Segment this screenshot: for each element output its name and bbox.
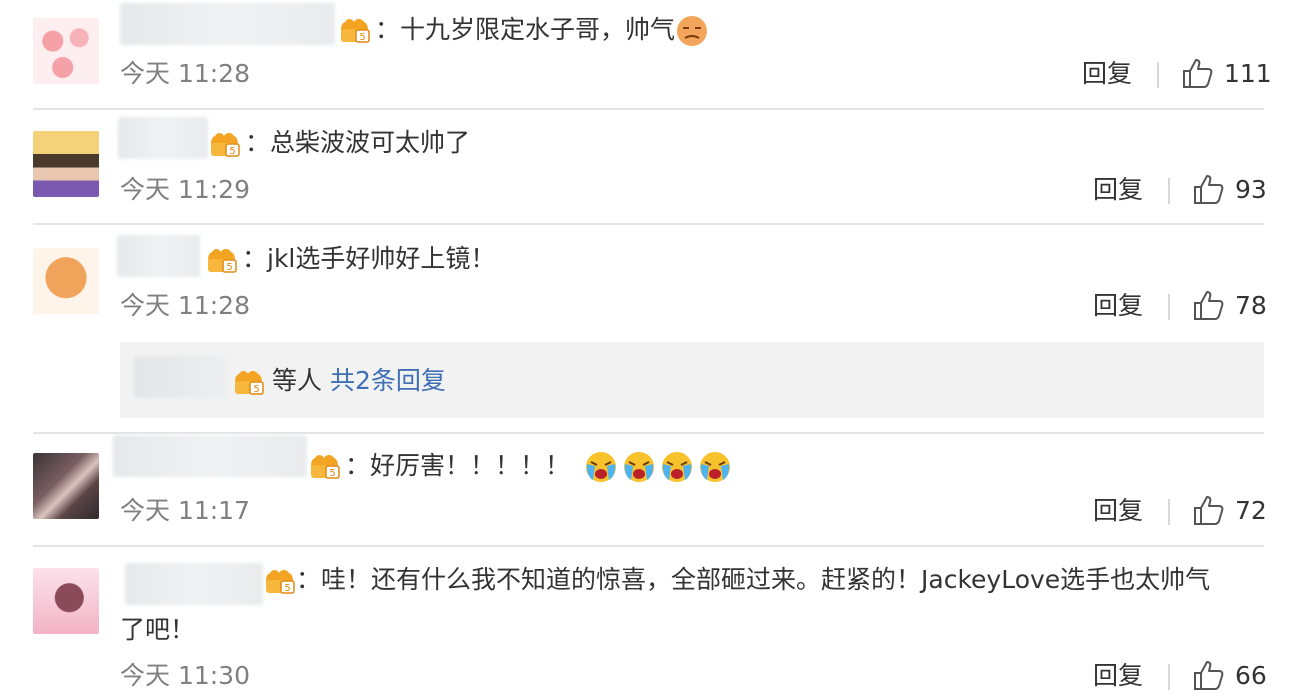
username-blurred[interactable] [120,3,335,45]
comment-time: 今天 11:17 [120,496,250,525]
crying-laugh-emoji-icon [622,450,656,484]
like-count: 72 [1235,496,1267,525]
thumbs-up-icon[interactable] [1191,172,1225,206]
comment-text: ：总柴波波可太帅了 [245,128,471,157]
badge-icon [205,244,239,274]
avatar[interactable] [33,131,99,197]
separator [1157,62,1159,88]
comment-time: 今天 11:28 [120,291,250,320]
username-blurred[interactable] [118,117,208,159]
reply-button[interactable]: 回复 [1082,59,1132,89]
reply-button[interactable]: 回复 [1093,661,1143,691]
comment-time: 今天 11:28 [120,59,250,88]
separator [1168,499,1170,525]
reply-button[interactable]: 回复 [1093,496,1143,526]
face-emoji-icon [675,14,709,48]
view-replies-link[interactable]: 共2条回复 [330,366,446,395]
avatar[interactable] [33,453,99,519]
separator [1168,664,1170,690]
username-blurred[interactable] [117,235,200,277]
username-blurred[interactable] [134,356,226,398]
reply-button[interactable]: 回复 [1093,291,1143,321]
sub-reply-suffix: 等人 [272,366,323,395]
avatar[interactable] [33,568,99,634]
avatar[interactable] [33,18,99,84]
username-blurred[interactable] [113,435,307,477]
crying-laugh-emoji-icon [660,450,694,484]
comment-text-content: ：十九岁限定水子哥，帅气 [375,15,676,44]
separator [1168,178,1170,204]
like-count: 66 [1235,661,1267,690]
thumbs-up-icon[interactable] [1191,658,1225,692]
sub-reply-text: 等人 共2条回复 [272,366,446,396]
thumbs-up-icon[interactable] [1191,493,1225,527]
comment-time: 今天 11:30 [120,661,250,690]
avatar[interactable] [33,248,99,314]
divider [33,545,1264,547]
like-count: 78 [1235,291,1267,320]
reply-button[interactable]: 回复 [1093,175,1143,205]
comment-text: ：好厉害！！！！！ [345,450,732,484]
comment-text: ：jkl选手好帅好上镜！ [242,244,496,273]
thumbs-up-icon[interactable] [1180,56,1214,90]
like-count: 111 [1224,59,1272,88]
sub-reply-box[interactable]: 等人 共2条回复 [120,342,1264,418]
comment-text: ：十九岁限定水子哥，帅气 [375,14,709,48]
thumbs-up-icon[interactable] [1191,288,1225,322]
divider [33,223,1264,225]
badge-icon [232,366,266,396]
badge-icon [338,14,372,44]
divider [33,108,1264,110]
badge-icon [263,565,297,595]
username-blurred[interactable] [125,563,263,605]
badge-icon [308,450,342,480]
comment-time: 今天 11:29 [120,175,250,204]
like-count: 93 [1235,175,1267,204]
comment-text-content: ：好厉害！！！！！ [345,451,571,480]
divider [33,432,1264,434]
separator [1168,294,1170,320]
badge-icon [208,128,242,158]
comment-text: ：哇！还有什么我不知道的惊喜，全部砸过来。赶紧的！JackeyLove选手也太帅… [296,565,1211,594]
crying-laugh-emoji-icon [584,450,618,484]
comment-text-continued: 了吧！ [120,615,196,644]
crying-laugh-emoji-icon [698,450,732,484]
